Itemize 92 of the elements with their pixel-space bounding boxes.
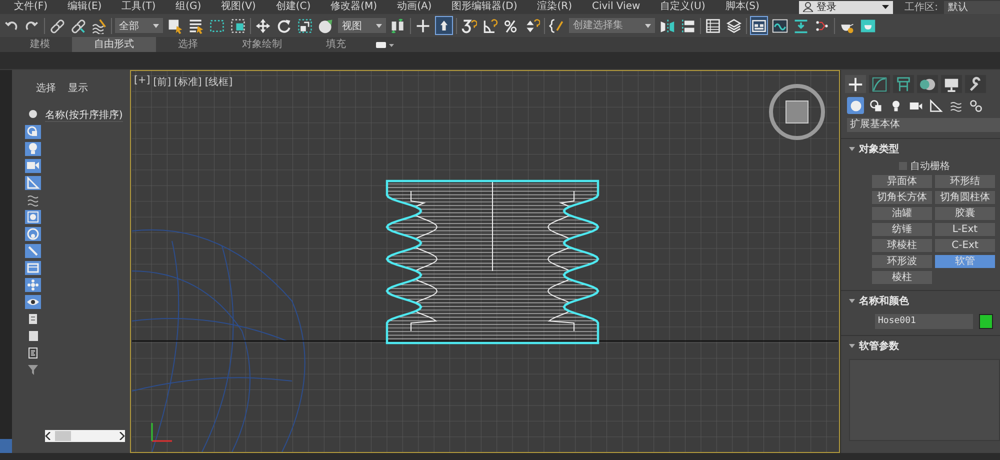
object-type-button[interactable]: 棱柱 [872, 271, 932, 284]
object-type-button[interactable]: 油罐 [872, 207, 932, 220]
object-type-button[interactable]: 环形波 [872, 255, 932, 268]
menu-item[interactable]: 脚本(S) [715, 0, 770, 14]
container-filter-icon[interactable] [24, 261, 40, 275]
horizontal-scrollbar[interactable] [45, 430, 125, 442]
bone-filter-icon[interactable] [24, 244, 40, 258]
scroll-right-icon[interactable] [119, 432, 125, 440]
viewport-label[interactable]: [标准] [174, 75, 202, 89]
menu-item[interactable]: 渲染(R) [527, 0, 582, 14]
menu-item[interactable]: Civil View [582, 0, 650, 14]
shapes-icon[interactable] [867, 97, 884, 114]
caret-icon [645, 24, 651, 28]
object-type-button[interactable]: L-Ext [935, 223, 995, 236]
menu-item[interactable]: 创建(C) [266, 0, 321, 14]
collapse-icon[interactable] [849, 344, 855, 348]
collapse-icon[interactable] [849, 299, 855, 303]
motion-icon[interactable] [917, 75, 938, 93]
geometry-filter-icon[interactable] [24, 125, 40, 139]
viewport-label[interactable]: [线框] [204, 75, 233, 89]
helper-icon[interactable] [927, 97, 944, 114]
column-dot-icon [28, 110, 36, 118]
object-type-button[interactable]: C-Ext [935, 239, 995, 252]
manipulate-icon[interactable] [435, 16, 453, 35]
create-icon[interactable] [845, 75, 866, 93]
color-swatch[interactable] [979, 314, 993, 329]
workspace-label: 工作区: [904, 1, 938, 14]
name-field[interactable]: Hose001 [875, 314, 973, 329]
camera-filter-icon[interactable] [24, 159, 40, 173]
object-type-button[interactable]: 胶囊 [935, 207, 995, 220]
ribbon-tab[interactable]: 建模 [8, 37, 72, 52]
explorer-tab[interactable]: 显示 [68, 81, 88, 98]
ribbon-options-icon[interactable] [376, 40, 394, 48]
menu-item[interactable]: 文件(F) [4, 0, 58, 14]
caret-icon [153, 24, 159, 28]
object-type-button[interactable]: 纺锤 [872, 223, 932, 236]
group-filter-icon[interactable] [24, 210, 40, 224]
workspace-dropdown[interactable]: 默认 [944, 0, 1000, 14]
wrench-icon[interactable] [965, 75, 986, 93]
monitor-icon[interactable] [941, 75, 962, 93]
object-type-button[interactable]: 切角长方体 [872, 191, 932, 204]
helper-filter-icon[interactable] [24, 176, 40, 190]
checkbox-label: 自动栅格 [910, 160, 950, 173]
explorer-tab[interactable]: 选择 [36, 81, 56, 98]
object-type-button[interactable]: 切角圆柱体 [935, 191, 995, 204]
object-type-button[interactable]: 球棱柱 [872, 239, 932, 252]
angle-snap-icon[interactable] [481, 16, 499, 35]
viewport-label[interactable]: [前] [153, 75, 171, 89]
menu-item[interactable]: 编辑(E) [58, 0, 112, 14]
ribbon-tab[interactable]: 自由形式 [72, 37, 156, 52]
ribbon-tab[interactable]: 填充 [304, 37, 368, 52]
menu-item[interactable]: 自定义(U) [650, 0, 716, 14]
systems-icon[interactable] [967, 97, 984, 114]
ribbon-tab[interactable]: 选择 [156, 37, 220, 52]
layers-icon[interactable] [725, 16, 743, 35]
hierarchy-icon[interactable] [893, 75, 914, 93]
menu-item[interactable]: 图形编辑器(D) [442, 0, 528, 14]
menu-item[interactable]: 修改器(M) [320, 0, 388, 14]
axis-tripod-icon [151, 423, 172, 442]
login-dropdown[interactable]: 登录 [798, 0, 893, 14]
ribbon-panel-icon[interactable] [750, 16, 768, 35]
selection-set-dropdown[interactable]: 创建选择集 [569, 18, 655, 33]
scroll-left-icon[interactable] [45, 432, 51, 440]
rollout-title[interactable]: 对象类型 [859, 142, 899, 156]
menu-item[interactable]: 动画(A) [387, 0, 442, 14]
coordinate-dropdown[interactable]: 视图 [338, 18, 386, 33]
scene-list-icon[interactable] [704, 16, 722, 35]
object-type-button[interactable]: 异面体 [872, 175, 932, 188]
caret-icon [882, 5, 889, 9]
filter-dropdown[interactable]: 全部 [115, 18, 163, 33]
frozen-filter-icon[interactable] [24, 295, 40, 309]
window-crossing-icon[interactable] [229, 16, 247, 35]
xref-filter-icon[interactable] [24, 227, 40, 241]
ribbon-tab[interactable]: 对象绘制 [220, 37, 304, 52]
rollout-title[interactable]: 软管参数 [859, 339, 899, 353]
viewport-label[interactable]: [+] [134, 75, 150, 89]
category-dropdown[interactable]: 扩展基本体 [847, 118, 1000, 132]
curve-modify-icon[interactable] [869, 75, 890, 93]
menu-item[interactable]: 组(G) [166, 0, 212, 14]
rollout-title[interactable]: 名称和颜色 [859, 294, 909, 308]
light-filter-icon[interactable] [24, 142, 40, 156]
move-icon[interactable] [254, 16, 272, 35]
collapse-icon[interactable] [849, 147, 855, 151]
scale-icon[interactable] [296, 16, 314, 35]
object-type-button[interactable]: 环形结 [935, 175, 995, 188]
menu-item[interactable]: 工具(T) [112, 0, 166, 14]
particle-filter-icon[interactable] [24, 278, 40, 292]
caret-icon [376, 24, 382, 28]
view-cube-drawing[interactable] [769, 84, 825, 140]
menu-item[interactable]: 视图(V) [211, 0, 266, 14]
named-selection-icon[interactable] [548, 16, 566, 35]
column-header[interactable]: 名称(按升序排序) [45, 108, 123, 122]
